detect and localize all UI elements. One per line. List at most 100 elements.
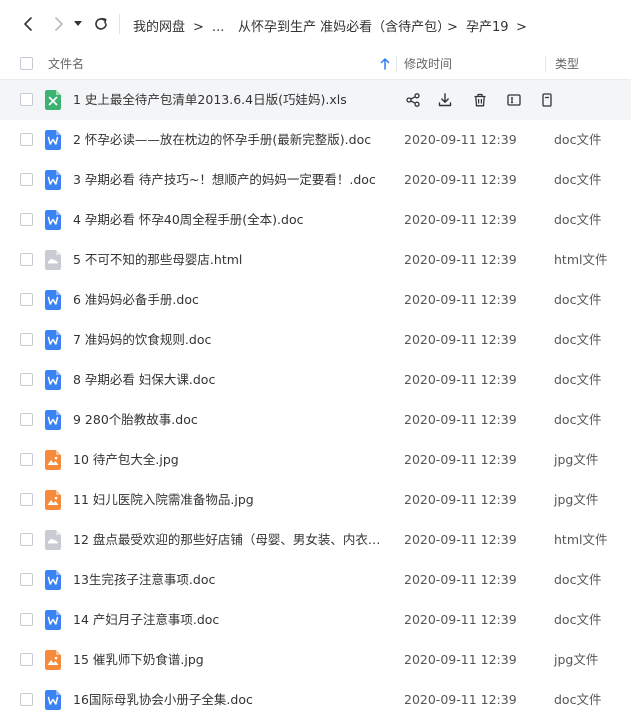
doc-icon [45,170,61,190]
file-row[interactable]: 6 准妈妈必备手册.doc 2020-09-11 12:39 doc文件 [0,280,631,320]
file-row[interactable]: 13生完孩子注意事项.doc 2020-09-11 12:39 doc文件 [0,560,631,600]
file-modified-date: 2020-09-11 12:39 [404,132,517,147]
forward-button[interactable] [50,15,68,33]
jpg-icon [45,490,61,510]
file-type: doc文件 [554,172,602,187]
history-dropdown[interactable] [72,15,84,33]
file-row[interactable]: 5 不可不知的那些母婴店.html 2020-09-11 12:39 html文… [0,240,631,280]
row-checkbox[interactable] [20,173,33,186]
row-checkbox[interactable] [20,253,33,266]
column-divider[interactable] [396,56,397,72]
file-row[interactable]: 4 孕期必看 怀孕40周全程手册(全本).doc 2020-09-11 12:3… [0,200,631,240]
file-name: 13生完孩子注意事项.doc [73,572,216,587]
file-modified-date: 2020-09-11 12:39 [404,692,517,707]
file-modified-date: 2020-09-11 12:39 [404,252,517,267]
file-type: doc文件 [554,292,602,307]
rename-button[interactable] [505,91,523,109]
file-modified-date: 2020-09-11 12:39 [404,452,517,467]
file-type: jpg文件 [554,492,599,507]
breadcrumb-folder[interactable]: 从怀孕到生产 准妈必看（含待产包） [238,20,450,36]
row-checkbox[interactable] [20,413,33,426]
file-name: 3 孕期必看 待产技巧~！想顺产的妈妈一定要看！.doc [73,172,376,187]
column-header-name[interactable]: 文件名 [48,57,84,71]
delete-button[interactable] [471,91,489,109]
file-type: jpg文件 [554,652,599,667]
row-checkbox[interactable] [20,533,33,546]
file-name: 11 妇儿医院入院需准备物品.jpg [73,492,254,507]
file-list-header: 文件名 修改时间 类型 [0,48,631,80]
file-row[interactable]: 1 史上最全待产包清单2013.6.4日版(巧娃妈).xls [0,80,631,120]
file-type: doc文件 [554,372,602,387]
file-modified-date: 2020-09-11 12:39 [404,172,517,187]
file-type: doc文件 [554,612,602,627]
row-checkbox[interactable] [20,653,33,666]
row-checkbox[interactable] [20,133,33,146]
file-name: 12 盘点最受欢迎的那些好店铺（母婴、男女装、内衣、... [73,532,383,547]
file-row[interactable]: 16国际母乳协会小册子全集.doc 2020-09-11 12:39 doc文件 [0,680,631,720]
select-all-checkbox[interactable] [20,57,33,70]
doc-icon [45,210,61,230]
file-name: 1 史上最全待产包清单2013.6.4日版(巧娃妈).xls [73,92,347,107]
row-checkbox[interactable] [20,693,33,706]
toolbar-divider [119,14,120,34]
doc-icon [45,410,61,430]
file-row[interactable]: 9 280个胎教故事.doc 2020-09-11 12:39 doc文件 [0,400,631,440]
file-name: 4 孕期必看 怀孕40周全程手册(全本).doc [73,212,304,227]
row-checkbox[interactable] [20,373,33,386]
column-divider[interactable] [545,56,546,72]
file-type: doc文件 [554,692,602,707]
file-type: jpg文件 [554,452,599,467]
download-icon [438,93,452,107]
breadcrumb-ellipsis[interactable]: ... [212,20,224,36]
file-modified-date: 2020-09-11 12:39 [404,652,517,667]
html-icon [45,530,61,550]
column-header-type[interactable]: 类型 [555,57,579,71]
file-modified-date: 2020-09-11 12:39 [404,292,517,307]
caret-down-icon [74,21,82,26]
file-row[interactable]: 7 准妈妈的饮食规则.doc 2020-09-11 12:39 doc文件 [0,320,631,360]
file-type: doc文件 [554,412,602,427]
breadcrumb-current[interactable]: 孕产19 [466,20,509,36]
doc-icon [45,690,61,710]
back-button[interactable] [19,15,37,33]
column-header-modified[interactable]: 修改时间 [404,57,452,71]
file-row[interactable]: 11 妇儿医院入院需准备物品.jpg 2020-09-11 12:39 jpg文… [0,480,631,520]
file-row[interactable]: 2 怀孕必读——放在枕边的怀孕手册(最新完整版).doc 2020-09-11 … [0,120,631,160]
file-row[interactable]: 3 孕期必看 待产技巧~！想顺产的妈妈一定要看！.doc 2020-09-11 … [0,160,631,200]
file-type: html文件 [554,252,608,267]
file-modified-date: 2020-09-11 12:39 [404,372,517,387]
rename-icon [507,93,521,107]
file-modified-date: 2020-09-11 12:39 [404,332,517,347]
download-button[interactable] [436,91,454,109]
row-checkbox[interactable] [20,93,33,106]
refresh-button[interactable] [92,15,110,33]
file-row[interactable]: 14 产妇月子注意事项.doc 2020-09-11 12:39 doc文件 [0,600,631,640]
row-checkbox[interactable] [20,293,33,306]
row-checkbox[interactable] [20,453,33,466]
jpg-icon [45,450,61,470]
file-row[interactable]: 10 待产包大全.jpg 2020-09-11 12:39 jpg文件 [0,440,631,480]
file-name: 7 准妈妈的饮食规则.doc [73,332,212,347]
file-row[interactable]: 8 孕期必看 妇保大课.doc 2020-09-11 12:39 doc文件 [0,360,631,400]
more-button[interactable] [538,91,556,109]
file-type: doc文件 [554,132,602,147]
row-checkbox[interactable] [20,333,33,346]
sort-ascending-icon[interactable] [380,58,390,70]
more-icon [540,93,554,107]
share-button[interactable] [404,91,422,109]
file-row[interactable]: 12 盘点最受欢迎的那些好店铺（母婴、男女装、内衣、... 2020-09-11… [0,520,631,560]
file-modified-date: 2020-09-11 12:39 [404,212,517,227]
html-icon [45,250,61,270]
row-checkbox[interactable] [20,213,33,226]
file-name: 14 产妇月子注意事项.doc [73,612,220,627]
trash-icon [473,93,487,107]
file-row[interactable]: 15 催乳师下奶食谱.jpg 2020-09-11 12:39 jpg文件 [0,640,631,680]
breadcrumb-root[interactable]: 我的网盘 [133,20,185,36]
file-modified-date: 2020-09-11 12:39 [404,492,517,507]
row-checkbox[interactable] [20,613,33,626]
file-modified-date: 2020-09-11 12:39 [404,572,517,587]
file-name: 9 280个胎教故事.doc [73,412,198,427]
file-type: doc文件 [554,572,602,587]
row-checkbox[interactable] [20,493,33,506]
row-checkbox[interactable] [20,573,33,586]
